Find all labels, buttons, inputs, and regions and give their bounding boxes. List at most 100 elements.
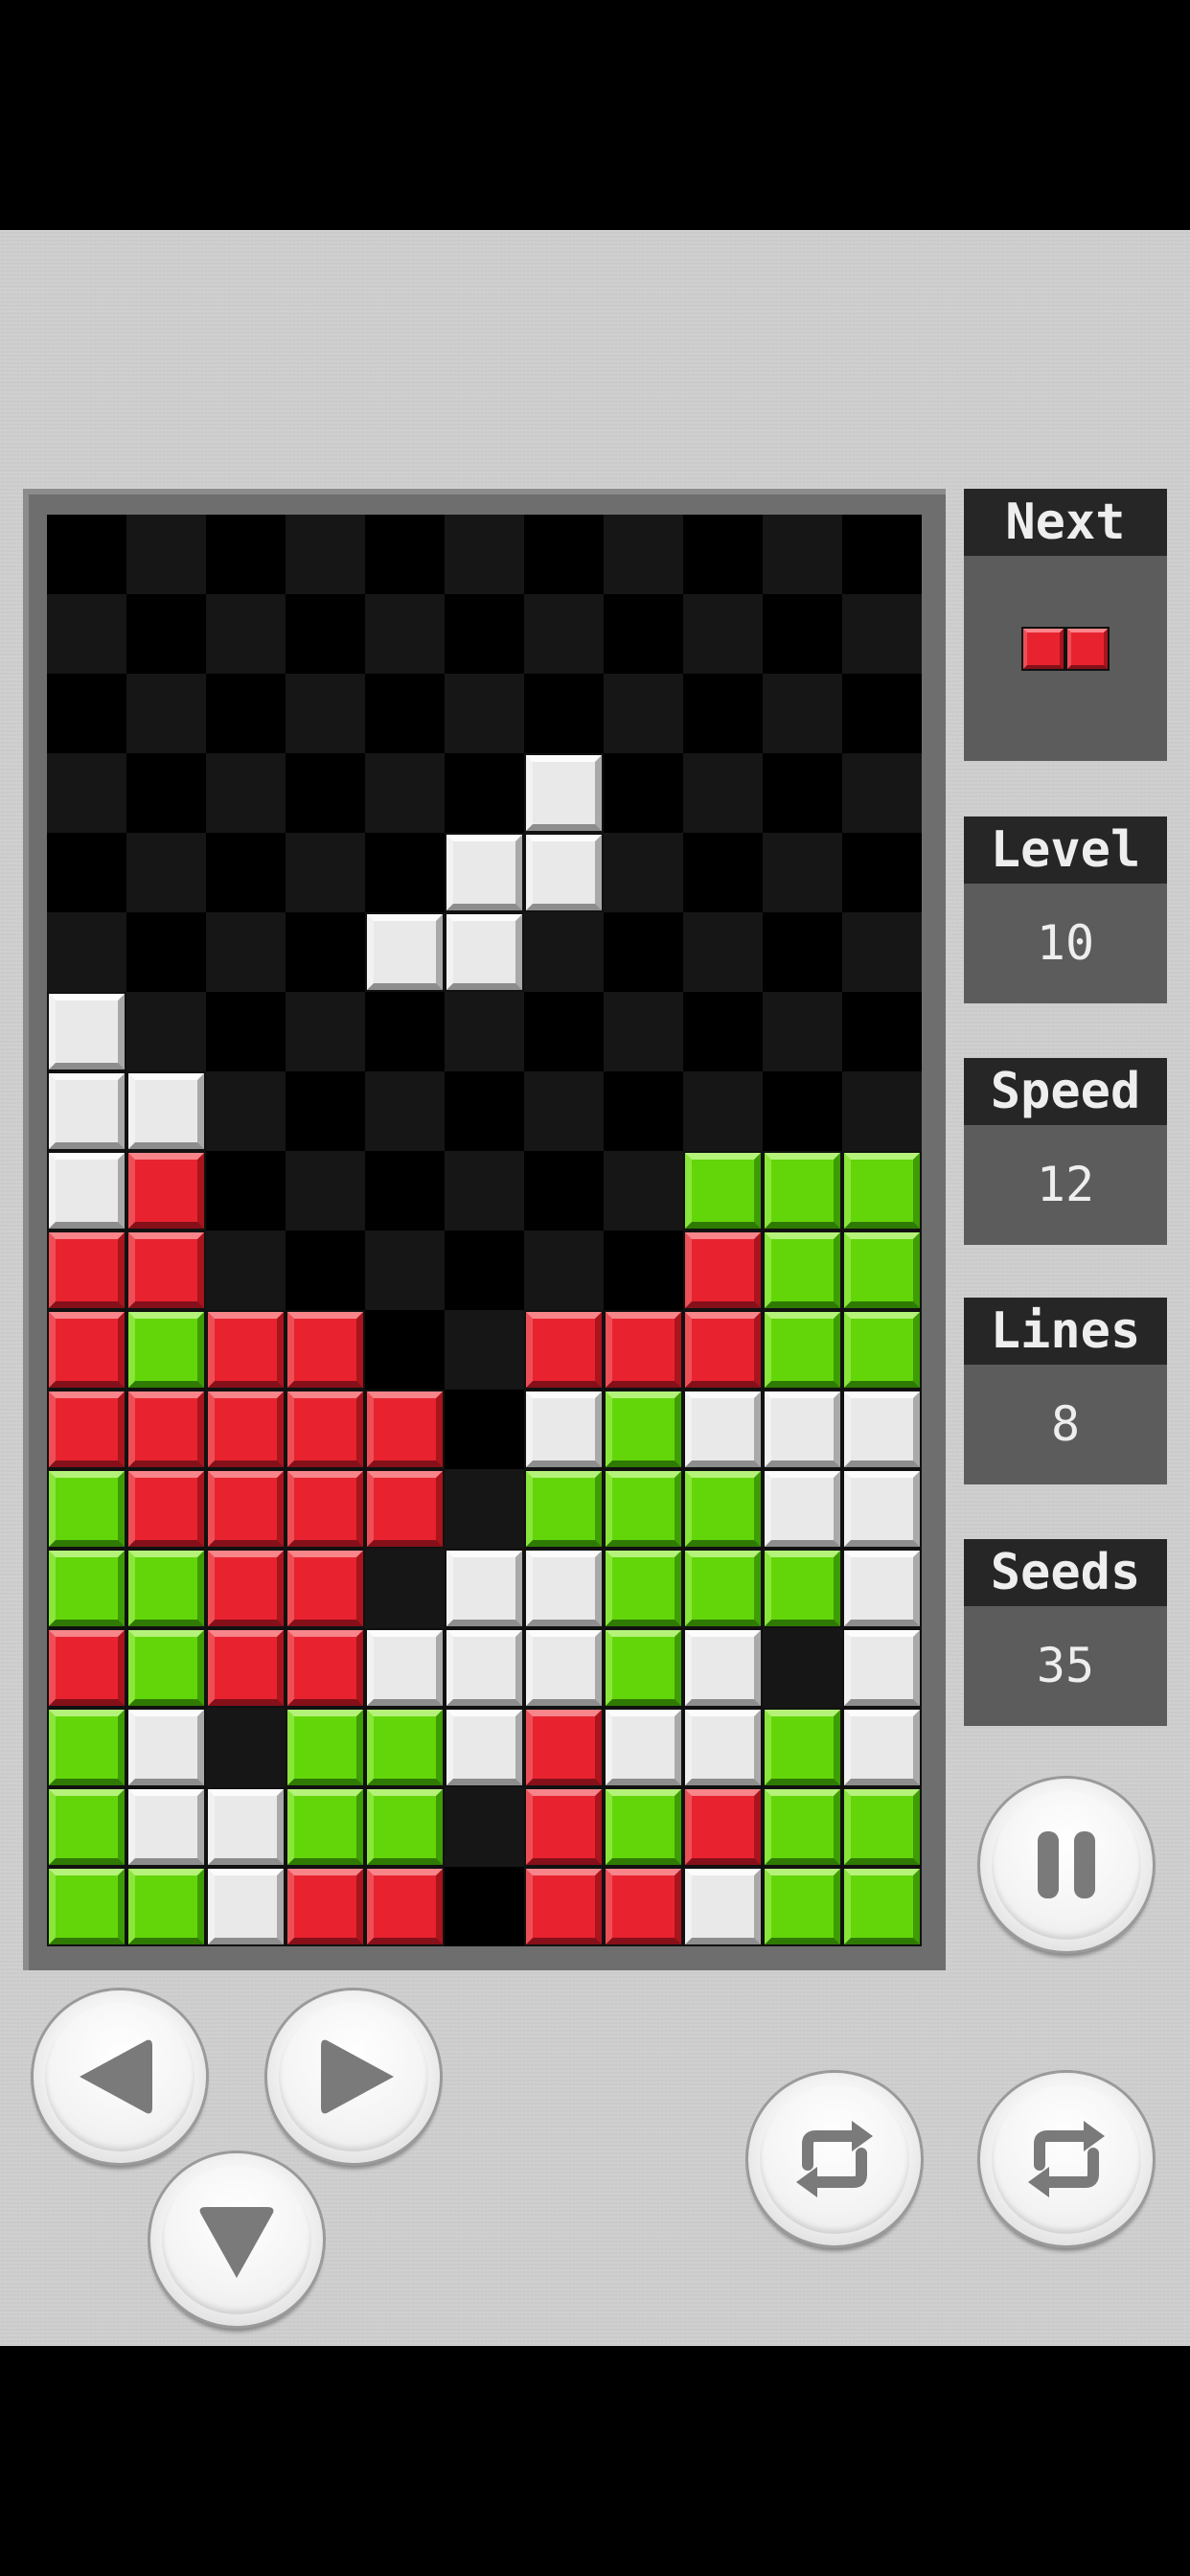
white-block: [206, 1787, 286, 1867]
pause-button[interactable]: [980, 1779, 1153, 1951]
white-block: [683, 1390, 763, 1469]
white-block: [524, 753, 604, 833]
board-cell: [286, 992, 365, 1071]
board-cell: [524, 515, 604, 594]
board-cell: [126, 912, 206, 992]
board-cell: [126, 515, 206, 594]
red-block: [47, 1390, 126, 1469]
green-block: [604, 1549, 683, 1628]
board-cell: [365, 992, 445, 1071]
board-cell: [763, 515, 842, 594]
board-cell: [286, 674, 365, 753]
board-cell: [842, 992, 922, 1071]
green-block: [604, 1390, 683, 1469]
green-block: [524, 1469, 604, 1549]
rotate-ccw-icon: [796, 2121, 873, 2197]
red-block: [604, 1310, 683, 1390]
board-cell: [445, 1230, 524, 1310]
white-block: [126, 1071, 206, 1151]
white-block: [524, 833, 604, 912]
board-cell: [604, 515, 683, 594]
green-block: [126, 1549, 206, 1628]
board-cell: [683, 753, 763, 833]
board-cell: [365, 594, 445, 674]
red-block: [286, 1867, 365, 1946]
red-block: [126, 1151, 206, 1230]
board-cell: [763, 912, 842, 992]
green-block: [842, 1867, 922, 1946]
board-cell: [47, 833, 126, 912]
board-cell: [206, 1071, 286, 1151]
red-block: [206, 1549, 286, 1628]
red-block: [206, 1390, 286, 1469]
board-cell: [683, 674, 763, 753]
red-block: [365, 1867, 445, 1946]
seeds-value: 35: [1036, 1638, 1095, 1693]
green-block: [842, 1787, 922, 1867]
red-block: [126, 1390, 206, 1469]
board-cell: [445, 1787, 524, 1867]
white-block: [126, 1708, 206, 1787]
board-cell: [763, 674, 842, 753]
red-block: [524, 1310, 604, 1390]
board-cell: [47, 674, 126, 753]
red-block: [47, 1310, 126, 1390]
right-arrow-icon: [321, 2039, 394, 2114]
board-cell: [365, 1230, 445, 1310]
board-cell: [763, 1071, 842, 1151]
white-block: [683, 1867, 763, 1946]
board-cell: [47, 594, 126, 674]
board-cell: [604, 1230, 683, 1310]
board-cell: [206, 912, 286, 992]
board-cell: [206, 674, 286, 753]
board-cell: [286, 833, 365, 912]
board-cell: [445, 594, 524, 674]
board-cell: [206, 1151, 286, 1230]
board-cell: [286, 1230, 365, 1310]
board-cell: [286, 515, 365, 594]
green-block: [365, 1787, 445, 1867]
board-cell: [524, 1151, 604, 1230]
move-right-button[interactable]: [267, 1990, 440, 2163]
board-cell: [524, 674, 604, 753]
red-block: [286, 1390, 365, 1469]
board-cell: [683, 992, 763, 1071]
white-block: [763, 1390, 842, 1469]
board-cell: [206, 594, 286, 674]
board-cell: [524, 1230, 604, 1310]
green-block: [842, 1151, 922, 1230]
green-block: [604, 1628, 683, 1708]
board-cell: [126, 594, 206, 674]
board-cell: [763, 753, 842, 833]
green-block: [842, 1230, 922, 1310]
green-block: [604, 1787, 683, 1867]
down-arrow-icon: [199, 2207, 274, 2278]
rotate-cw-button[interactable]: [980, 2073, 1153, 2245]
left-arrow-icon: [80, 2039, 152, 2114]
move-left-button[interactable]: [34, 1990, 206, 2163]
speed-panel: Speed 12: [964, 1058, 1167, 1245]
board-cell: [365, 1071, 445, 1151]
move-down-button[interactable]: [150, 2153, 323, 2326]
next-piece-preview: [964, 556, 1167, 761]
board-cell: [524, 992, 604, 1071]
board-cell: [842, 674, 922, 753]
board-cell: [683, 594, 763, 674]
board-cell: [445, 674, 524, 753]
rotate-ccw-button[interactable]: [748, 2073, 921, 2245]
green-block: [47, 1549, 126, 1628]
board-cell: [445, 1071, 524, 1151]
board-cell: [365, 833, 445, 912]
green-block: [683, 1151, 763, 1230]
board-cell: [365, 515, 445, 594]
board-cell: [842, 912, 922, 992]
red-block: [604, 1867, 683, 1946]
board-cell: [206, 1230, 286, 1310]
green-block: [47, 1787, 126, 1867]
lines-panel: Lines 8: [964, 1298, 1167, 1484]
board-cell: [365, 674, 445, 753]
red-block: [47, 1628, 126, 1708]
level-value: 10: [1036, 915, 1095, 971]
board-cell: [604, 753, 683, 833]
board-cell: [763, 833, 842, 912]
